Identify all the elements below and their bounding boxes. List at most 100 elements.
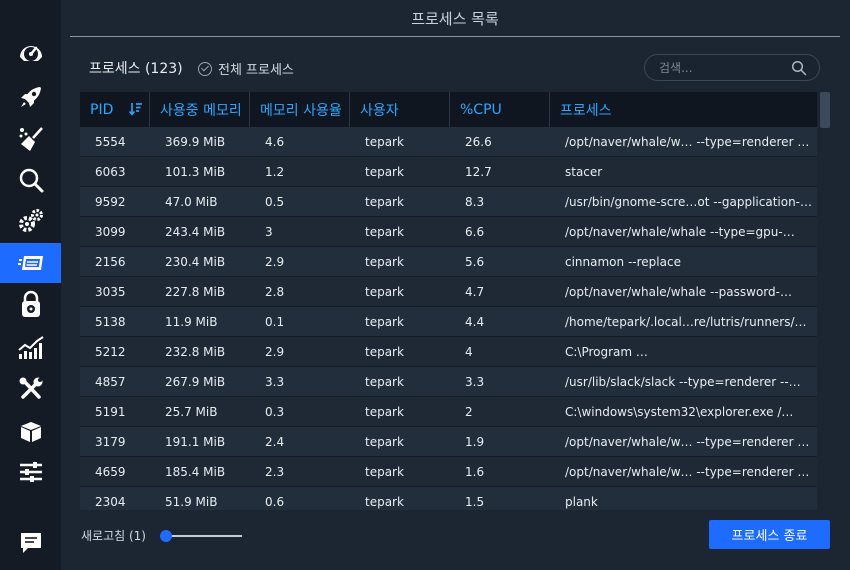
table-cell: 2304 — [95, 495, 126, 509]
table-row[interactable]: 5212 232.8 MiB 2.9 tepark 4 C:\Program … — [80, 337, 817, 367]
table-cell: 4.7 — [465, 285, 485, 299]
refresh-slider-track[interactable] — [166, 535, 242, 537]
table-row[interactable]: 3035 227.8 MiB 2.8 tepark 4.7/opt/naver/whal… — [80, 277, 817, 307]
table-cell: 267.9 MiB — [165, 375, 226, 389]
table-cell: 4659 — [95, 465, 126, 479]
all-processes-toggle[interactable]: 전체 프로세스 — [198, 59, 294, 78]
column-header-memory-percent[interactable]: 메모리 사용율 — [250, 92, 350, 127]
sidebar-item-startup[interactable] — [0, 77, 61, 117]
table-cell: tepark — [365, 255, 404, 269]
table-cell: tepark — [365, 285, 404, 299]
processes-icon — [17, 256, 43, 270]
table-cell: 8.3 — [465, 195, 485, 209]
table-cell: 5138 — [95, 315, 126, 329]
table-body: 5554 369.9 MiB 4.6 tepark 26.6/opt/naver/wha… — [80, 127, 817, 510]
search-icon[interactable] — [791, 60, 807, 76]
tools-icon — [19, 377, 42, 399]
column-header-user[interactable]: 사용자 — [350, 92, 450, 127]
table-cell: tepark — [365, 495, 404, 509]
table-cell: /opt/naver/whale/whale --type=gpu-… — [565, 225, 795, 239]
table-cell: tepark — [365, 375, 404, 389]
page-title: 프로세스 목록 — [70, 0, 840, 37]
table-cell: 3035 — [95, 285, 126, 299]
table-cell: 11.9 MiB — [165, 315, 218, 329]
table-cell: 51.9 MiB — [165, 495, 218, 509]
refresh-slider-handle[interactable] — [160, 530, 172, 542]
column-header-cpu[interactable]: %CPU — [450, 92, 550, 127]
table-cell: 3.3 — [465, 375, 485, 389]
table-row[interactable]: 2304 51.9 MiB 0.6 tepark 1.5 plank — [80, 487, 817, 510]
table-cell: 369.9 MiB — [165, 135, 226, 149]
table-cell: tepark — [365, 135, 404, 149]
table-cell: 5212 — [95, 345, 126, 359]
table-cell: tepark — [365, 405, 404, 419]
search-input[interactable] — [659, 60, 789, 75]
table-row[interactable]: 6063 101.3 MiB 1.2 tepark 12.7 stacer — [80, 157, 817, 187]
table-cell: 0.6 — [265, 495, 285, 509]
feedback-icon — [20, 533, 41, 553]
table-cell: 1.9 — [465, 435, 485, 449]
table-cell: 3179 — [95, 435, 126, 449]
column-header-memory[interactable]: 사용중 메모리 — [150, 92, 250, 127]
table-row[interactable]: 4857 267.9 MiB 3.3 tepark 3.3/usr/lib/slack/… — [80, 367, 817, 397]
rocket-icon — [20, 87, 41, 107]
table-cell: 6063 — [95, 165, 126, 179]
table-cell: 0.1 — [265, 315, 285, 329]
sidebar-item-feedback[interactable] — [0, 523, 61, 563]
table-cell: 0.5 — [265, 195, 285, 209]
disk-lock-icon — [21, 290, 40, 317]
table-cell: 185.4 MiB — [165, 465, 226, 479]
table-row[interactable]: 3179 191.1 MiB 2.4 tepark 1.9/opt/naver/whal… — [80, 427, 817, 457]
search-box — [644, 54, 820, 81]
table-row[interactable]: 5191 25.7 MiB 0.3 tepark 2 C:\windows\system3… — [80, 397, 817, 427]
sidebar-item-uninstaller[interactable] — [0, 285, 61, 325]
column-header-process[interactable]: 프로세스 — [550, 92, 817, 127]
check-circle-icon[interactable] — [198, 61, 212, 76]
table-row[interactable]: 9592 47.0 MiB 0.5 tepark 8.3/usr/bin/gnome-s… — [80, 187, 817, 217]
sidebar — [0, 0, 61, 570]
sidebar-item-resources[interactable] — [0, 328, 61, 368]
table-cell: tepark — [365, 165, 404, 179]
table-cell: 47.0 MiB — [165, 195, 218, 209]
table-cell: 101.3 MiB — [165, 165, 226, 179]
table-cell: tepark — [365, 465, 404, 479]
sidebar-item-services[interactable] — [0, 200, 61, 240]
table-cell: /opt/naver/whale/w… --type=renderer … — [565, 435, 810, 449]
table-cell: 1.6 — [465, 465, 485, 479]
sidebar-item-apt[interactable] — [0, 411, 61, 451]
sidebar-item-dashboard[interactable] — [0, 32, 61, 72]
table-cell: 3.3 — [265, 375, 285, 389]
sidebar-item-processes[interactable] — [0, 243, 61, 283]
table-cell: 12.7 — [465, 165, 492, 179]
table-cell: 1.2 — [265, 165, 285, 179]
sidebar-item-search[interactable] — [0, 160, 61, 200]
refresh-label: 새로고침 (1) — [81, 529, 146, 543]
table-row[interactable]: 5138 11.9 MiB 0.1 tepark 4.4/home/tepark/.lo… — [80, 307, 817, 337]
end-process-button[interactable]: 프로세스 종료 — [709, 520, 830, 549]
table-cell: /opt/naver/whale/w… --type=renderer … — [565, 135, 810, 149]
broom-icon — [19, 127, 43, 151]
table-cell: tepark — [365, 225, 404, 239]
table-cell: C:\Program … — [565, 345, 648, 359]
table-cell: 25.7 MiB — [165, 405, 218, 419]
table-row[interactable]: 4659 185.4 MiB 2.3 tepark 1.6/opt/naver/whal… — [80, 457, 817, 487]
sidebar-item-settings[interactable] — [0, 452, 61, 492]
table-row[interactable]: 3099 243.4 MiB 3 tepark 6.6/opt/naver/whale/… — [80, 217, 817, 247]
table-cell: /usr/lib/slack/slack --type=renderer --… — [565, 375, 801, 389]
table-cell: 6.6 — [465, 225, 485, 239]
table-cell: 227.8 MiB — [165, 285, 226, 299]
vertical-scrollbar[interactable] — [820, 92, 830, 128]
table-cell: tepark — [365, 345, 404, 359]
column-header-pid[interactable]: PID — [80, 92, 150, 127]
sidebar-item-tools[interactable] — [0, 369, 61, 409]
sidebar-item-cleaner[interactable] — [0, 119, 61, 159]
sliders-icon — [19, 462, 42, 482]
table-cell: 230.4 MiB — [165, 255, 226, 269]
table-row[interactable]: 2156 230.4 MiB 2.9 tepark 5.6 cinnamon --repl… — [80, 247, 817, 277]
table-cell: 0.3 — [265, 405, 285, 419]
table-cell: 5191 — [95, 405, 126, 419]
table-cell: stacer — [565, 165, 603, 179]
table-cell: 2 — [465, 405, 473, 419]
table-row[interactable]: 5554 369.9 MiB 4.6 tepark 26.6/opt/naver/wha… — [80, 127, 817, 157]
package-icon — [20, 422, 41, 442]
